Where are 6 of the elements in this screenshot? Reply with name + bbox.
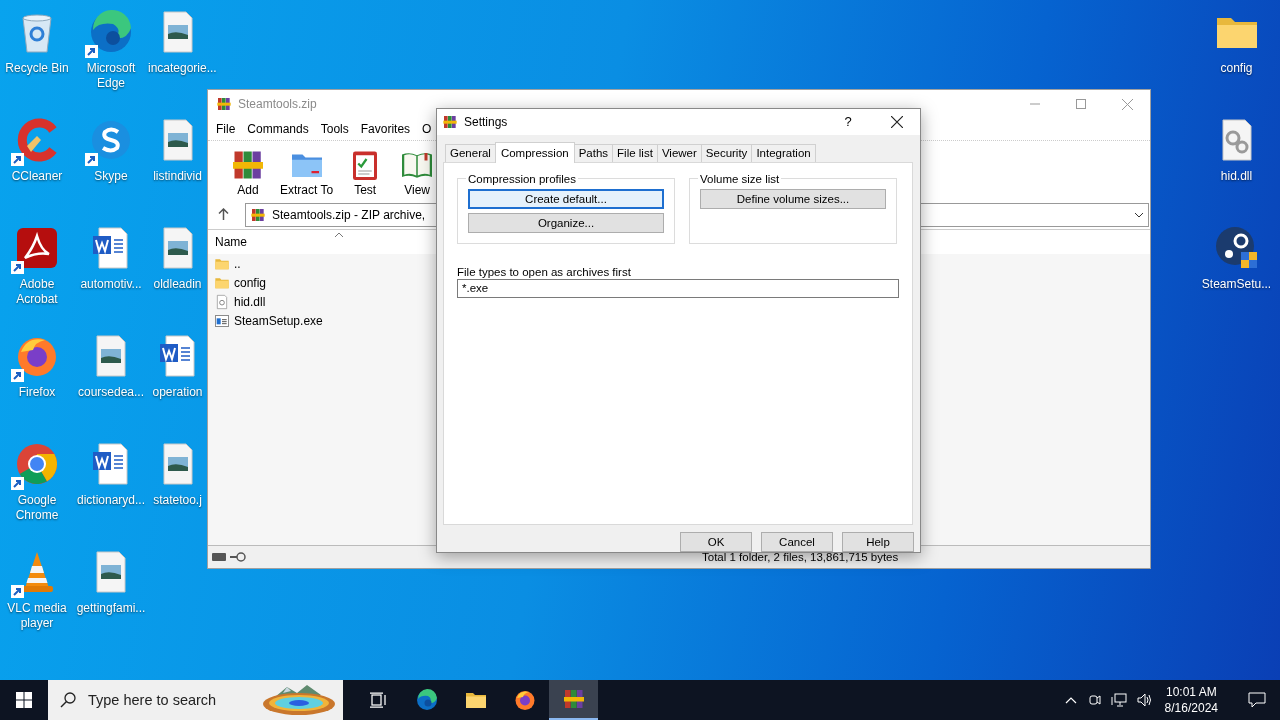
- group-label: Compression profiles: [467, 172, 577, 185]
- status-text: Total 1 folder, 2 files, 13,861,715 bytes: [702, 551, 899, 563]
- window-title: Steamtools.zip: [238, 97, 317, 111]
- dialog-title: Settings: [464, 114, 508, 129]
- group-label: Volume size list: [699, 172, 781, 185]
- field-label: File types to open as archives first: [457, 265, 632, 278]
